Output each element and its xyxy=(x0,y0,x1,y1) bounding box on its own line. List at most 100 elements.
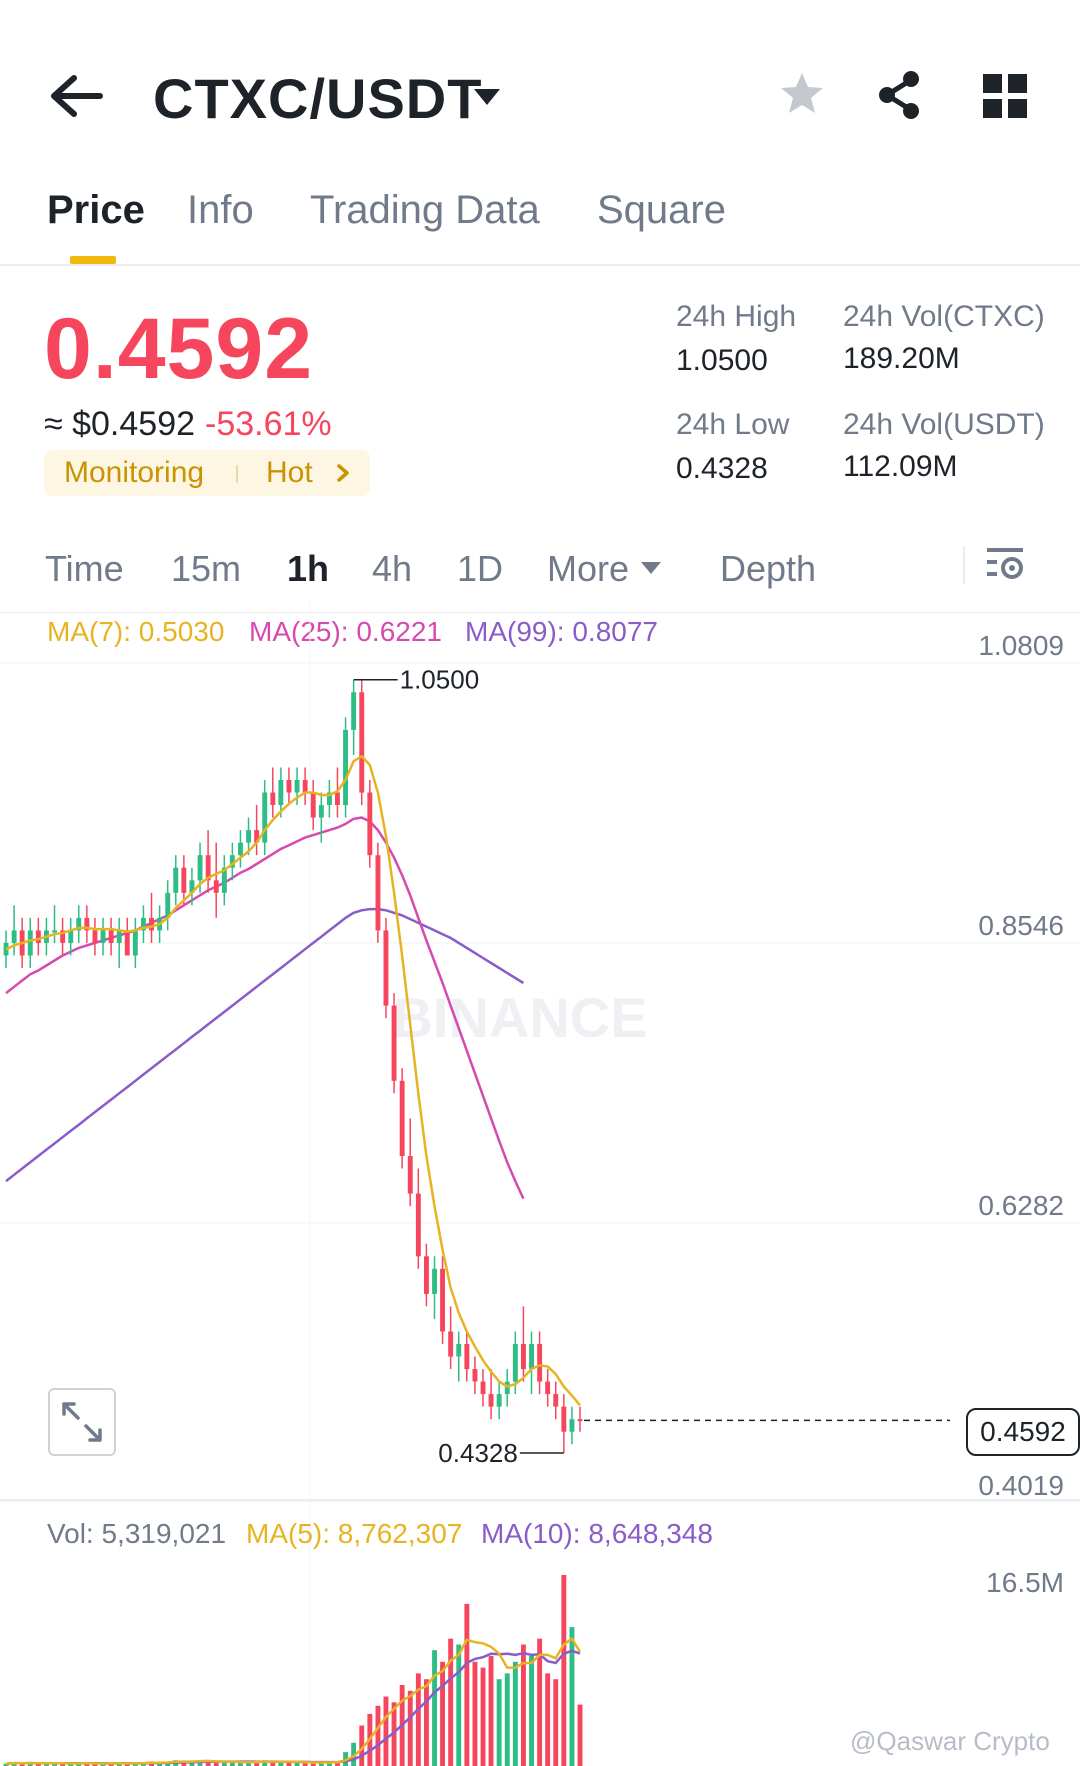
candle-body xyxy=(213,880,219,893)
candle-body xyxy=(132,930,138,956)
volume-axis-label: 16.5M xyxy=(986,1567,1064,1598)
candle-body xyxy=(246,830,251,843)
tab-square[interactable]: Square xyxy=(597,188,726,233)
low-label: 24h Low xyxy=(676,408,790,441)
candle-body xyxy=(488,1394,494,1407)
candle-body xyxy=(318,805,324,818)
tab-trading-data[interactable]: Trading Data xyxy=(310,188,540,233)
interval-4h[interactable]: 4h xyxy=(372,548,412,590)
quote-volume-label: 24h Vol(USDT) xyxy=(843,408,1045,441)
high-label: 24h High xyxy=(676,300,797,333)
candle-body xyxy=(521,1344,526,1370)
candle-body xyxy=(149,917,154,931)
credit-watermark: @Qaswar Crypto xyxy=(850,1726,1050,1756)
tab-info[interactable]: Info xyxy=(187,188,254,233)
current-price-tag: 0.4592 xyxy=(966,1408,1080,1456)
candle-body xyxy=(545,1381,551,1395)
share-icon[interactable] xyxy=(875,70,923,120)
tab-price[interactable]: Price xyxy=(47,188,145,233)
volume-ma10-line xyxy=(5,1649,581,1765)
volume-bar xyxy=(472,1661,478,1766)
volume-ma5-legend: MA(5): 8,762,307 xyxy=(246,1518,463,1549)
interval-1d[interactable]: 1D xyxy=(457,548,503,590)
candle-body xyxy=(472,1369,478,1382)
more-caret-icon[interactable] xyxy=(640,560,662,576)
candle-body xyxy=(52,930,57,933)
candle-body xyxy=(480,1381,486,1395)
candle-body xyxy=(270,792,276,805)
interval-15m[interactable]: 15m xyxy=(171,548,241,590)
candlestick-chart[interactable]: BINANCE 1.0500 0.4328 xyxy=(0,600,1080,1766)
candle-body xyxy=(302,780,308,793)
tags-pill[interactable]: Monitoring Hot xyxy=(44,450,370,496)
candle-body xyxy=(440,1268,445,1332)
volume-bar xyxy=(213,1762,219,1766)
volume-bar xyxy=(456,1644,462,1766)
candle-body xyxy=(537,1344,543,1382)
candle-body xyxy=(124,930,130,956)
ma7-line xyxy=(5,754,581,1407)
interval-more[interactable]: More xyxy=(547,548,629,590)
interval-1h[interactable]: 1h xyxy=(287,548,329,590)
interval-depth[interactable]: Depth xyxy=(720,548,816,590)
active-tab-indicator xyxy=(70,256,116,264)
favorite-star-icon[interactable] xyxy=(778,70,826,118)
base-volume-value: 189.20M xyxy=(843,342,960,375)
candle-body xyxy=(383,930,389,1006)
back-arrow-icon[interactable] xyxy=(48,72,104,120)
usd-price-row: ≈ $0.4592 -53.61% xyxy=(44,405,332,444)
price-axis-label: 0.6282 xyxy=(978,1190,1064,1221)
price-axis-label: 1.0809 xyxy=(978,630,1064,661)
volume-bar xyxy=(545,1673,551,1766)
tag-monitoring[interactable]: Monitoring xyxy=(64,456,204,490)
chevron-right-icon xyxy=(337,464,349,482)
candle-body xyxy=(399,1080,405,1156)
volume-bar xyxy=(512,1661,518,1766)
fullscreen-button[interactable] xyxy=(48,1388,116,1456)
volume-legend: Vol: 5,319,021 xyxy=(47,1518,227,1549)
binance-watermark-text: BINANCE xyxy=(392,986,647,1049)
app-grid-icon[interactable] xyxy=(983,74,1027,118)
candle-body xyxy=(35,930,41,943)
volume-ma10-legend: MA(10): 8,648,348 xyxy=(481,1518,713,1549)
candle-body xyxy=(108,930,114,943)
price-axis-label: 0.4019 xyxy=(978,1470,1064,1501)
candle-body xyxy=(407,1156,413,1194)
pair-title[interactable]: CTXC/USDT xyxy=(153,66,482,131)
volume-bar xyxy=(432,1650,437,1766)
volume-bar xyxy=(488,1656,494,1766)
candle-body xyxy=(391,1005,397,1081)
volume-bar xyxy=(448,1638,454,1766)
candle-body xyxy=(278,780,284,806)
chart-settings-icon[interactable] xyxy=(984,540,1028,584)
volume-bar xyxy=(504,1673,510,1766)
volume-bar xyxy=(407,1690,413,1766)
candle-body xyxy=(310,792,316,818)
volume-bar xyxy=(577,1704,583,1766)
volume-bar xyxy=(464,1603,470,1766)
volume-bar xyxy=(496,1679,502,1766)
page-tabs: Price Info Trading Data Square xyxy=(0,180,1080,266)
tag-hot[interactable]: Hot xyxy=(266,456,313,490)
candle-body xyxy=(553,1394,559,1407)
candle-body xyxy=(68,930,74,943)
interval-time[interactable]: Time xyxy=(45,548,124,590)
candle-body xyxy=(415,1193,421,1257)
candle-body xyxy=(577,1419,583,1422)
interval-divider xyxy=(963,546,965,584)
candle-body xyxy=(464,1344,470,1370)
candle-body xyxy=(27,930,33,956)
candle-body xyxy=(367,792,373,856)
volume-ma5-line xyxy=(5,1636,582,1765)
candle-body xyxy=(11,930,17,943)
candle-body xyxy=(529,1344,534,1370)
candle-body xyxy=(375,855,381,931)
pair-dropdown-caret-icon[interactable] xyxy=(472,86,502,108)
volume-bar xyxy=(415,1673,421,1766)
candle-body xyxy=(561,1406,567,1432)
volume-bar xyxy=(561,1575,567,1766)
volume-bar xyxy=(480,1667,486,1766)
candle-body xyxy=(92,930,98,943)
high-value: 1.0500 xyxy=(676,344,768,377)
high-price-label: 1.0500 xyxy=(400,665,480,695)
